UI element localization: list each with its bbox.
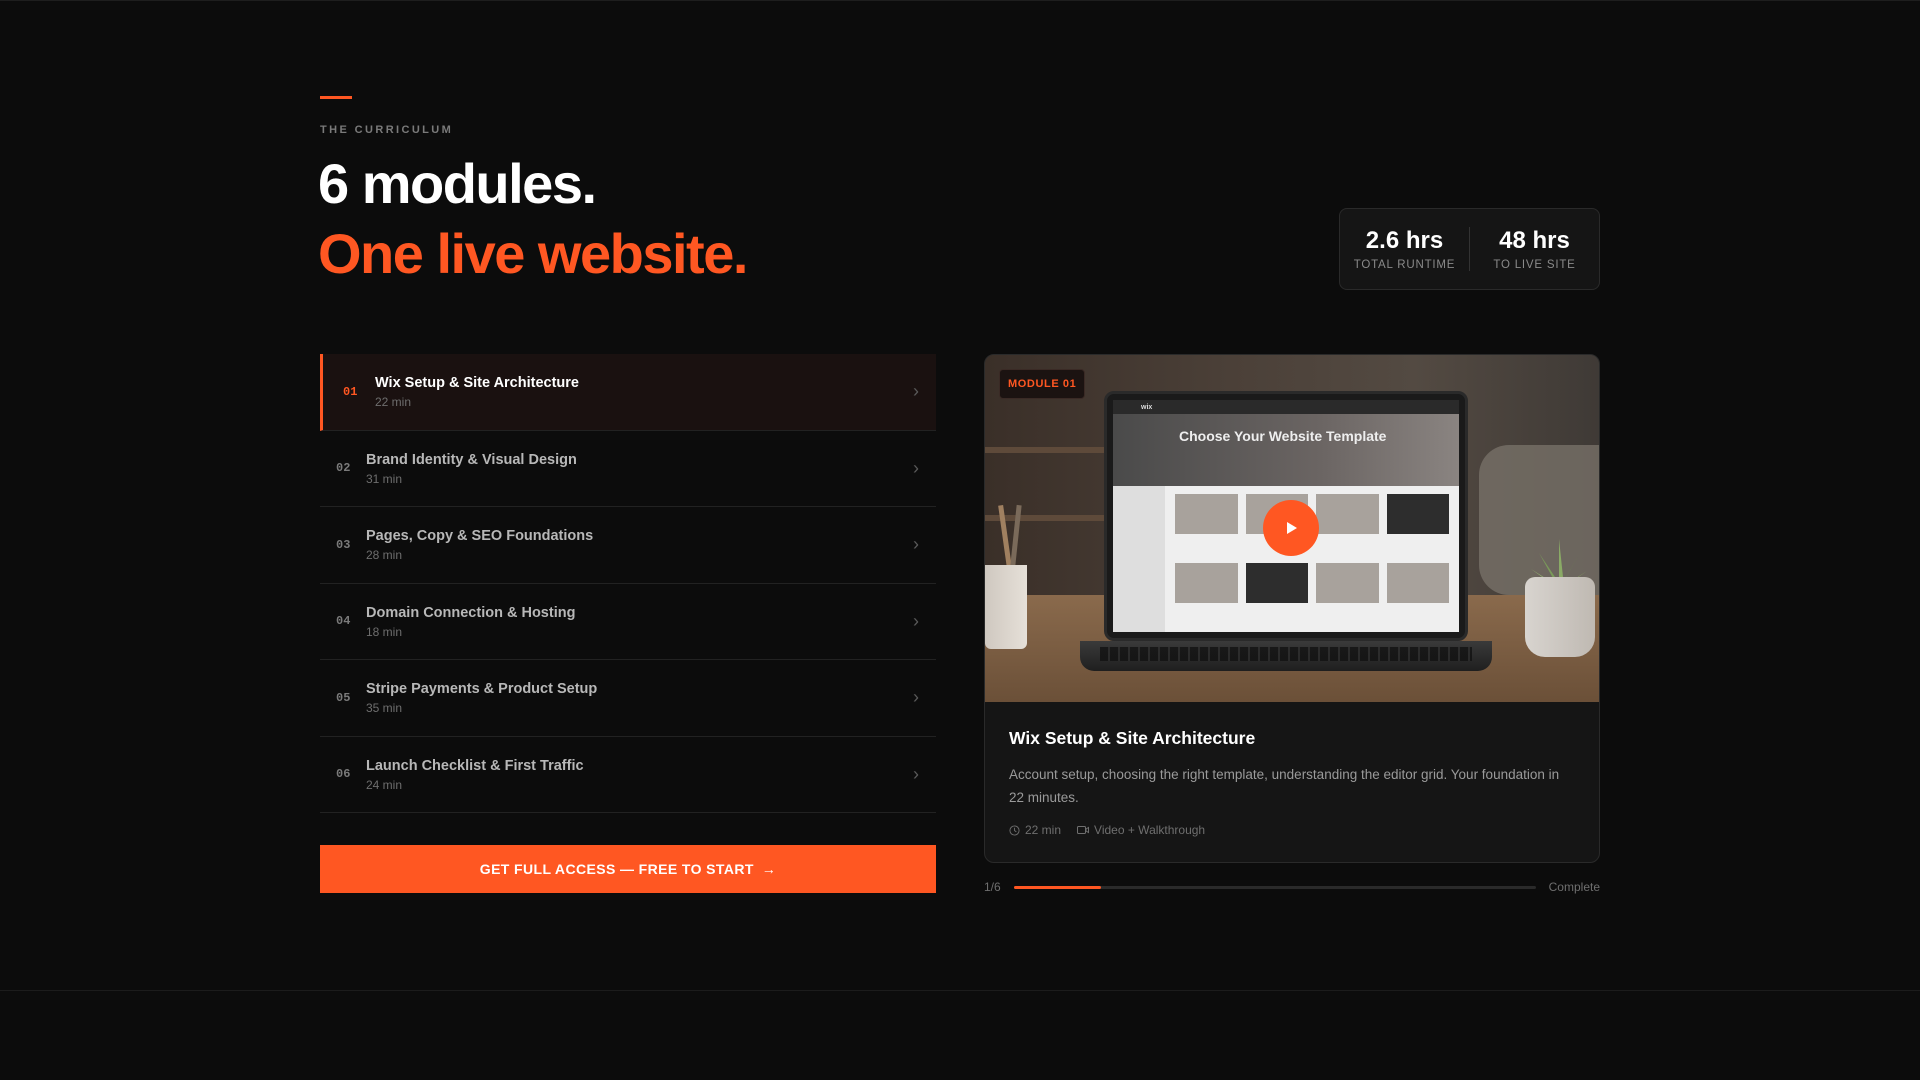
stats-panel: 2.6 hrs TOTAL RUNTIME 48 hrs TO LIVE SIT…: [1339, 208, 1600, 290]
module-title: Stripe Payments & Product Setup: [366, 681, 598, 698]
wix-logo: wix: [1141, 403, 1153, 411]
module-duration: 18 min: [366, 624, 403, 639]
play-button[interactable]: [1263, 500, 1319, 556]
module-progress: 1/6 Complete: [984, 878, 1600, 896]
module-item-01[interactable]: 01 Wix Setup & Site Architecture 22 min …: [320, 354, 936, 431]
module-item-05[interactable]: 05 Stripe Payments & Product Setup 35 mi…: [320, 660, 936, 737]
stat-value: 48 hrs: [1499, 227, 1570, 254]
module-number: 06: [336, 767, 351, 782]
module-preview-card: wix Choose Your Website Template MODULE …: [984, 354, 1600, 863]
chevron-right-icon: ›: [913, 381, 919, 402]
stat-label: TO LIVE SITE: [1493, 259, 1576, 271]
top-divider: [0, 0, 1920, 1]
video-icon: [1077, 826, 1090, 834]
progress-count: 1/6: [984, 880, 1001, 894]
progress-fill: [1013, 885, 1101, 889]
meta-duration: 22 min: [1025, 823, 1062, 837]
module-title: Wix Setup & Site Architecture: [375, 375, 579, 392]
section-accent-bar: [320, 96, 352, 99]
section-title-line2: One live website.: [318, 222, 748, 285]
chevron-right-icon: ›: [913, 763, 919, 784]
video-thumbnail[interactable]: wix Choose Your Website Template MODULE …: [985, 355, 1599, 702]
module-title: Brand Identity & Visual Design: [366, 451, 577, 468]
module-item-02[interactable]: 02 Brand Identity & Visual Design 31 min…: [320, 431, 936, 507]
module-duration: 35 min: [366, 701, 403, 716]
module-duration: 22 min: [375, 395, 412, 410]
stat-total-runtime: 2.6 hrs TOTAL RUNTIME: [1340, 227, 1469, 271]
pencil-cup: [985, 565, 1027, 649]
module-item-06[interactable]: 06 Launch Checklist & First Traffic 24 m…: [320, 737, 936, 813]
meta-format: Video + Walkthrough: [1094, 823, 1206, 837]
screen-heading: Choose Your Website Template: [1179, 428, 1387, 444]
stat-value: 2.6 hrs: [1365, 227, 1444, 254]
cta-label: GET FULL ACCESS — FREE TO START: [479, 861, 754, 877]
section-title-line1: 6 modules.: [318, 152, 597, 215]
chevron-right-icon: ›: [913, 610, 919, 631]
progress-label: Complete: [1548, 880, 1600, 894]
module-title: Domain Connection & Hosting: [366, 604, 576, 621]
bottom-divider: [0, 990, 1920, 991]
module-duration: 28 min: [366, 548, 403, 563]
module-number: 03: [336, 537, 351, 552]
module-number: 02: [336, 461, 351, 476]
laptop-keyboard: [1080, 641, 1492, 671]
module-item-03[interactable]: 03 Pages, Copy & SEO Foundations 28 min …: [320, 507, 936, 584]
preview-meta: 22 min Video + Walkthrough: [1009, 823, 1575, 837]
module-list: 01 Wix Setup & Site Architecture 22 min …: [320, 354, 936, 813]
chevron-right-icon: ›: [913, 457, 919, 478]
stat-to-live-site: 48 hrs TO LIVE SITE: [1470, 227, 1599, 271]
module-title: Launch Checklist & First Traffic: [366, 757, 584, 774]
module-duration: 24 min: [366, 777, 403, 792]
module-item-04[interactable]: 04 Domain Connection & Hosting 18 min ›: [320, 584, 936, 660]
preview-title: Wix Setup & Site Architecture: [1009, 728, 1256, 748]
module-number: 04: [336, 614, 351, 629]
progress-track: [1013, 885, 1536, 889]
arrow-right-icon: →: [761, 861, 777, 877]
chevron-right-icon: ›: [913, 534, 919, 555]
get-full-access-button[interactable]: GET FULL ACCESS — FREE TO START →: [320, 845, 936, 893]
module-title: Pages, Copy & SEO Foundations: [366, 528, 594, 545]
chevron-right-icon: ›: [913, 687, 919, 708]
section-eyebrow: THE CURRICULUM: [320, 124, 454, 136]
preview-description: Account setup, choosing the right templa…: [1009, 767, 1560, 805]
stat-label: TOTAL RUNTIME: [1353, 259, 1456, 271]
clock-icon: [1009, 824, 1020, 836]
plant-pot: [1525, 577, 1595, 657]
module-number: 01: [343, 384, 358, 399]
play-icon: [1287, 522, 1297, 534]
module-badge: MODULE 01: [999, 369, 1086, 399]
module-number: 05: [336, 690, 351, 705]
module-duration: 31 min: [366, 471, 403, 486]
